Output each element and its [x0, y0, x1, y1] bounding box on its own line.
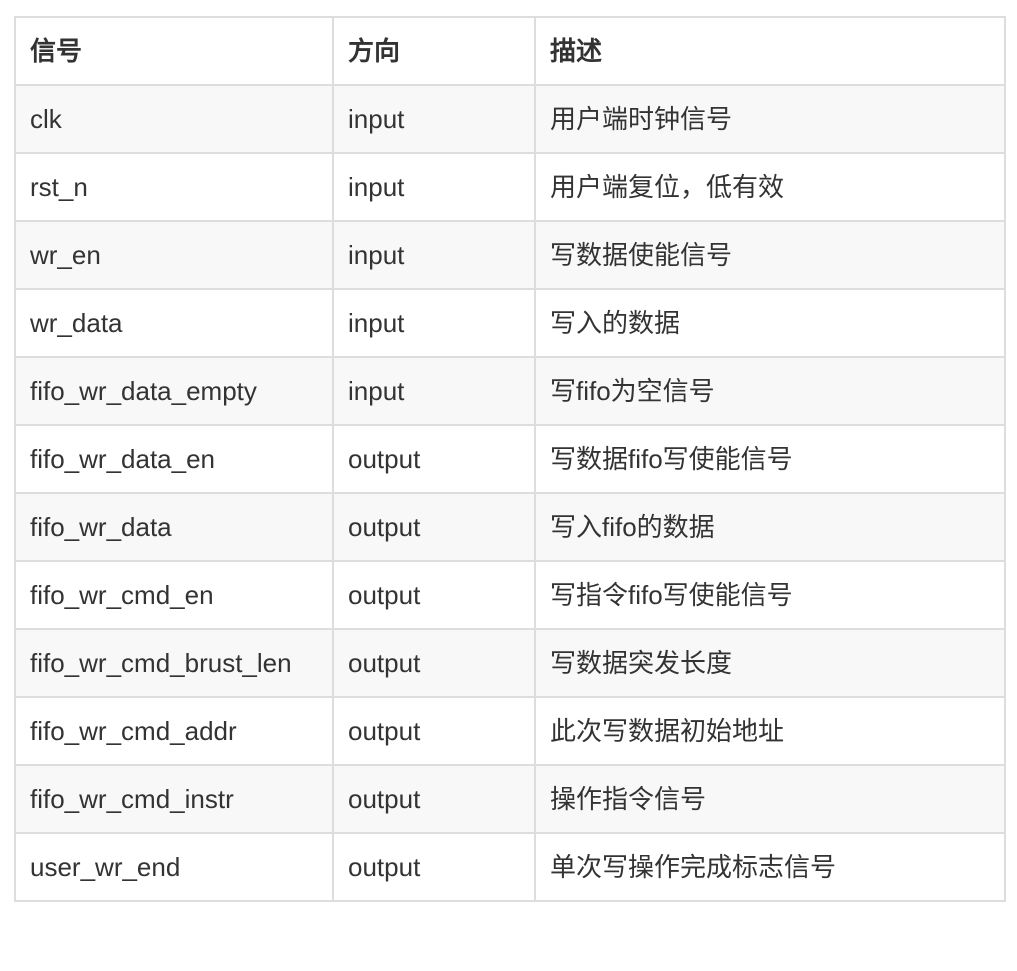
description-cell: 用户端时钟信号 — [534, 84, 1006, 154]
description-cell: 用户端复位，低有效 — [534, 152, 1006, 222]
direction-cell: output — [332, 492, 536, 562]
table-row: fifo_wr_cmd_brust_len output 写数据突发长度 — [14, 628, 1006, 698]
direction-cell: output — [332, 424, 536, 494]
description-cell: 写入的数据 — [534, 288, 1006, 358]
signal-cell: fifo_wr_data_empty — [14, 356, 334, 426]
table-row: fifo_wr_cmd_instr output 操作指令信号 — [14, 764, 1006, 834]
description-cell: 操作指令信号 — [534, 764, 1006, 834]
table-header: 信号 方向 描述 — [14, 16, 1006, 86]
direction-cell: input — [332, 220, 536, 290]
direction-cell: output — [332, 628, 536, 698]
signal-cell: user_wr_end — [14, 832, 334, 902]
description-cell: 写数据突发长度 — [534, 628, 1006, 698]
table-row: fifo_wr_data_empty input 写fifo为空信号 — [14, 356, 1006, 426]
direction-cell: input — [332, 84, 536, 154]
signal-table-container: 信号 方向 描述 clk input 用户端时钟信号 rst_n input 用… — [14, 16, 1006, 902]
table-row: fifo_wr_data_en output 写数据fifo写使能信号 — [14, 424, 1006, 494]
table-body: clk input 用户端时钟信号 rst_n input 用户端复位，低有效 … — [14, 84, 1006, 902]
description-cell: 写fifo为空信号 — [534, 356, 1006, 426]
header-row: 信号 方向 描述 — [14, 16, 1006, 86]
signal-cell: wr_data — [14, 288, 334, 358]
column-header-signal: 信号 — [14, 16, 334, 86]
direction-cell: output — [332, 696, 536, 766]
signal-table: 信号 方向 描述 clk input 用户端时钟信号 rst_n input 用… — [14, 16, 1006, 902]
signal-cell: fifo_wr_data — [14, 492, 334, 562]
direction-cell: input — [332, 152, 536, 222]
table-row: user_wr_end output 单次写操作完成标志信号 — [14, 832, 1006, 902]
signal-cell: fifo_wr_data_en — [14, 424, 334, 494]
description-cell: 单次写操作完成标志信号 — [534, 832, 1006, 902]
signal-cell: wr_en — [14, 220, 334, 290]
column-header-description: 描述 — [534, 16, 1006, 86]
table-row: wr_en input 写数据使能信号 — [14, 220, 1006, 290]
table-row: wr_data input 写入的数据 — [14, 288, 1006, 358]
table-row: fifo_wr_cmd_addr output 此次写数据初始地址 — [14, 696, 1006, 766]
description-cell: 写数据fifo写使能信号 — [534, 424, 1006, 494]
signal-cell: fifo_wr_cmd_brust_len — [14, 628, 334, 698]
description-cell: 写入fifo的数据 — [534, 492, 1006, 562]
description-cell: 写指令fifo写使能信号 — [534, 560, 1006, 630]
direction-cell: output — [332, 764, 536, 834]
signal-cell: clk — [14, 84, 334, 154]
description-cell: 此次写数据初始地址 — [534, 696, 1006, 766]
signal-cell: fifo_wr_cmd_instr — [14, 764, 334, 834]
direction-cell: output — [332, 560, 536, 630]
signal-cell: fifo_wr_cmd_en — [14, 560, 334, 630]
table-row: fifo_wr_cmd_en output 写指令fifo写使能信号 — [14, 560, 1006, 630]
table-row: rst_n input 用户端复位，低有效 — [14, 152, 1006, 222]
direction-cell: input — [332, 356, 536, 426]
table-row: clk input 用户端时钟信号 — [14, 84, 1006, 154]
direction-cell: output — [332, 832, 536, 902]
table-row: fifo_wr_data output 写入fifo的数据 — [14, 492, 1006, 562]
column-header-direction: 方向 — [332, 16, 536, 86]
signal-cell: fifo_wr_cmd_addr — [14, 696, 334, 766]
signal-cell: rst_n — [14, 152, 334, 222]
description-cell: 写数据使能信号 — [534, 220, 1006, 290]
direction-cell: input — [332, 288, 536, 358]
